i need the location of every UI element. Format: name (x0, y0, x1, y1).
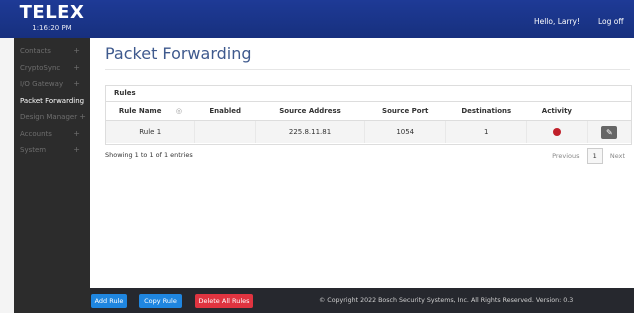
footer-bar: Add Rule Copy Rule Delete All Rules © Co… (90, 288, 634, 313)
activity-indicator-icon (552, 128, 561, 136)
panel-title: Rules (114, 89, 136, 97)
sidebar: Contacts + CryptoSync + I/O Gateway + Pa… (14, 38, 90, 313)
delete-all-rules-button[interactable]: Delete All Rules (195, 294, 253, 308)
edit-icon: ✎ (605, 127, 613, 137)
sidebar-item-label: System (20, 146, 47, 154)
column-header-source-port[interactable]: Source Port (364, 101, 446, 121)
sidebar-item-label: Packet Forwarding (20, 96, 85, 105)
sidebar-item-accounts[interactable]: Accounts + (14, 126, 90, 143)
sidebar-item-cryptosync[interactable]: CryptoSync + (14, 60, 90, 77)
expand-icon: + (73, 62, 80, 72)
expand-icon: + (73, 128, 80, 138)
expand-icon: + (73, 79, 80, 88)
table-info: Showing 1 to 1 of 1 entries (105, 151, 193, 159)
cell-activity (526, 120, 588, 143)
telex-logo: TELEX 1:16:20 PM (18, 2, 86, 33)
column-header-source-address[interactable]: Source Address (255, 101, 365, 121)
table-row[interactable]: Rule 1 225.8.11.81 1054 1 ✎ (106, 120, 631, 143)
table-header-row: Rule Name ◎ Enabled Source Address Sourc… (106, 101, 631, 121)
sidebar-item-io-gateway[interactable]: I/O Gateway + (14, 76, 90, 93)
logoff-link[interactable]: Log off (598, 17, 634, 26)
sidebar-item-label: I/O Gateway (20, 80, 64, 88)
cell-rule-name: Rule 1 (106, 120, 195, 143)
sidebar-item-packet-forwarding[interactable]: Packet Forwarding (14, 93, 90, 110)
copy-rule-button[interactable]: Copy Rule (139, 294, 182, 308)
cell-enabled (194, 120, 256, 143)
add-rule-button[interactable]: Add Rule (91, 294, 127, 308)
sidebar-item-contacts[interactable]: Contacts + (14, 43, 90, 60)
sidebar-item-label: Accounts (20, 129, 52, 138)
pagination: Previous 1 Next (547, 148, 630, 164)
edit-button[interactable]: ✎ (601, 125, 618, 139)
user-greeting: Hello, Larry! (533, 17, 580, 26)
cell-source-port: 1054 (363, 120, 446, 143)
sort-icon[interactable]: ◎ (176, 107, 182, 115)
next-page-button[interactable]: Next (605, 149, 630, 163)
top-bar: TELEX 1:16:20 PM Hello, Larry! Log off (0, 0, 634, 38)
sidebar-item-system[interactable]: System + (14, 142, 90, 159)
expand-icon: + (79, 112, 86, 121)
expand-icon: + (73, 145, 80, 154)
sidebar-item-label: CryptoSync (20, 63, 61, 72)
column-label: Rule Name (118, 107, 162, 115)
cell-destinations: 1 (445, 120, 527, 143)
column-header-destinations[interactable]: Destinations (445, 101, 527, 121)
page-1-button[interactable]: 1 (586, 148, 603, 164)
previous-page-button[interactable]: Previous (547, 149, 584, 163)
sidebar-item-label: Contacts (20, 47, 51, 55)
sidebar-item-design-manager[interactable]: Design Manager + (14, 109, 90, 126)
clock: 1:16:20 PM (32, 24, 72, 32)
column-header-enabled[interactable]: Enabled (194, 101, 256, 121)
logo-text: TELEX (19, 2, 85, 23)
sidebar-item-label: Design Manager (20, 113, 78, 121)
main-content: Packet Forwarding Rules Rule Name ◎ Enab… (90, 38, 634, 288)
column-header-activity[interactable]: Activity (526, 101, 588, 121)
divider (105, 69, 630, 70)
cell-actions: ✎ (586, 120, 631, 143)
left-margin (0, 38, 14, 313)
cell-source-address: 225.8.11.81 (255, 120, 365, 143)
column-header-actions (587, 101, 631, 121)
rules-panel: Rules Rule Name ◎ Enabled Source Address… (105, 85, 632, 145)
expand-icon: + (73, 46, 80, 55)
column-header-rule-name[interactable]: Rule Name ◎ (106, 101, 195, 121)
copyright-text: © Copyright 2022 Bosch Security Systems,… (319, 297, 574, 304)
page-title: Packet Forwarding (105, 44, 252, 63)
rules-table: Rule Name ◎ Enabled Source Address Sourc… (106, 101, 631, 143)
